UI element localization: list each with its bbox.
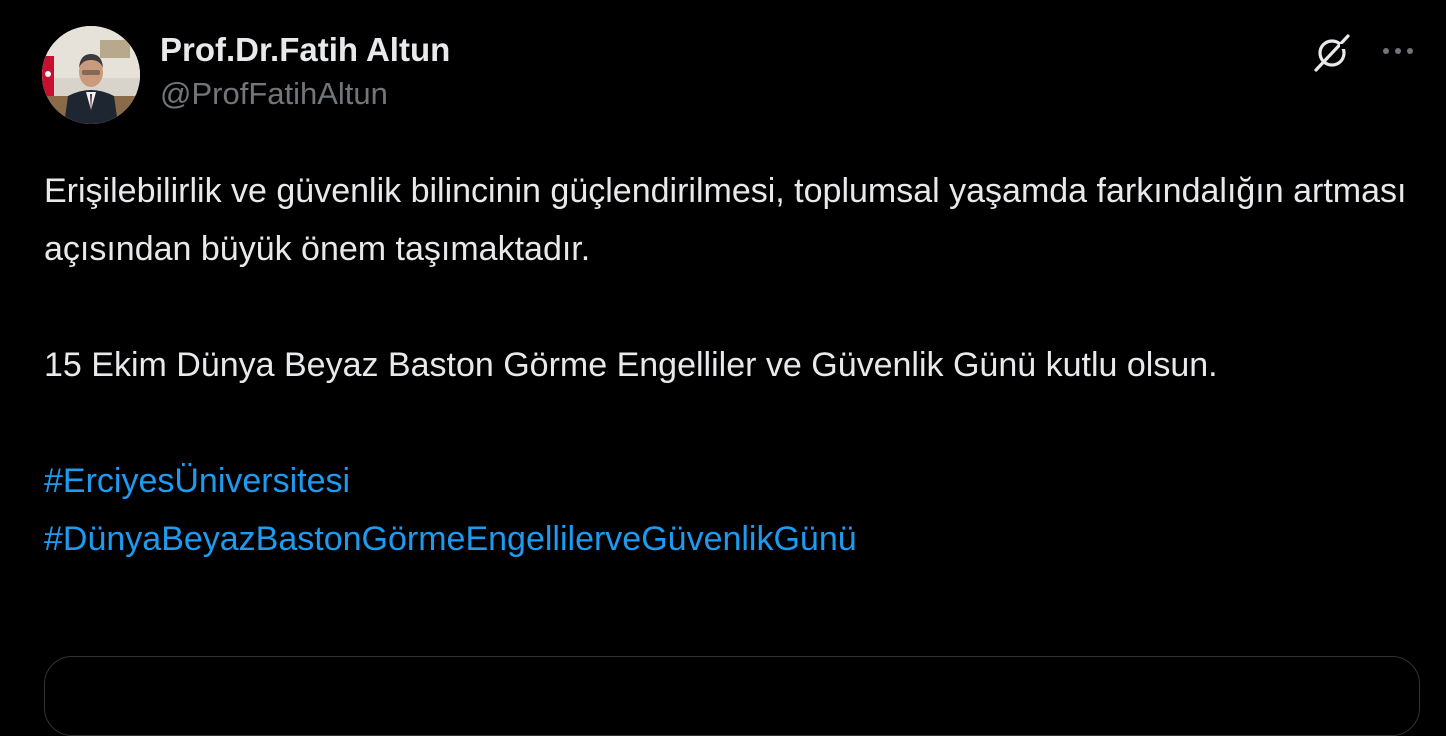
author-display-name[interactable]: Prof.Dr.Fatih Altun [160, 30, 450, 70]
author-block: Prof.Dr.Fatih Altun @ProfFatihAltun [160, 30, 450, 114]
grok-icon[interactable] [1310, 30, 1354, 74]
hashtag-link[interactable]: #ErciyesÜniversitesi [44, 452, 1414, 510]
grok-icon-glyph [1314, 34, 1350, 72]
avatar-photo [42, 26, 140, 124]
more-dots-glyph [1383, 48, 1413, 54]
tweet-paragraph-2: 15 Ekim Dünya Beyaz Baston Görme Engelli… [44, 346, 1218, 384]
avatar[interactable] [42, 26, 140, 124]
more-icon[interactable] [1378, 36, 1418, 66]
hashtag-link[interactable]: #DünyaBeyazBastonGörmeEngellilerveGüvenl… [44, 510, 1414, 568]
media-card[interactable] [44, 656, 1420, 736]
tweet-text: Erişilebilirlik ve güvenlik bilincinin g… [44, 162, 1414, 568]
author-handle[interactable]: @ProfFatihAltun [160, 74, 450, 114]
tweet: Prof.Dr.Fatih Altun @ProfFatihAltun Eriş… [0, 0, 1446, 736]
tweet-paragraph-1: Erişilebilirlik ve güvenlik bilincinin g… [44, 172, 1407, 268]
